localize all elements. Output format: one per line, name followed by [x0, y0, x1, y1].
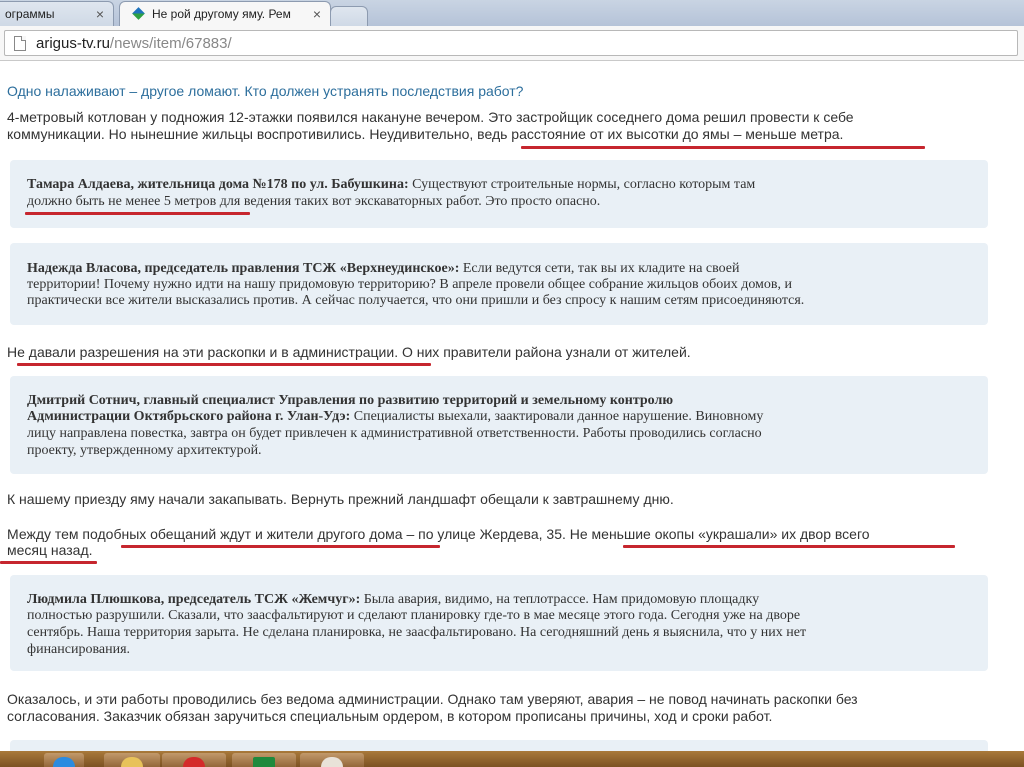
ie-icon[interactable] [44, 753, 84, 767]
quote-block: Тамара Алдаева, жительница дома №178 по … [10, 160, 988, 228]
url-text: arigus-tv.ru/news/item/67883/ [36, 35, 232, 52]
paragraph-line: 4-метровый котлован у подножия 12-этажки… [7, 109, 854, 125]
quote-author: Людмила Плюшкова, председатель ТСЖ «Жемч… [27, 592, 361, 607]
quote-text: Специалисты выехали, заактировали данное… [350, 409, 764, 424]
quote-line: должно быть не менее 5 метров для ведени… [27, 194, 601, 209]
quote-line: Надежда Власова, председатель правления … [27, 261, 957, 278]
quote-line: территории! Почему нужно идти на нашу пр… [27, 277, 793, 292]
red-underline [623, 545, 955, 548]
quote-line: Дмитрий Сотнич, главный специалист Управ… [27, 393, 957, 410]
quote-line: финансирования. [27, 642, 131, 657]
quote-block: Дмитрий Сотнич, главный специалист Управ… [10, 376, 988, 474]
page-icon [14, 35, 26, 51]
quote-author: Надежда Власова, председатель правления … [27, 261, 460, 276]
quote-text: Существуют строительные нормы, согласно … [408, 177, 756, 192]
paragraph-line: Между тем подобных обещаний ждут и жител… [7, 526, 870, 542]
quote-block: Людмила Плюшкова, председатель ТСЖ «Жемч… [10, 575, 988, 671]
quote-line: Администрации Октябрьского района г. Ула… [27, 409, 957, 426]
paragraph-line: Оказалось, и эти работы проводились без … [7, 691, 858, 707]
quote-block: Надежда Власова, председатель правления … [10, 243, 988, 325]
paragraph-line: коммуникации. Но нынешние жильцы воспрот… [7, 126, 844, 142]
site-favicon-icon [132, 7, 146, 21]
quote-block [10, 740, 988, 751]
paragraph-line: Не давали разрешения на эти раскопки и в… [7, 344, 691, 360]
close-icon[interactable]: × [93, 6, 107, 22]
close-icon[interactable]: × [310, 6, 324, 22]
red-underline [521, 146, 925, 149]
quote-author: Тамара Алдаева, жительница дома №178 по … [27, 177, 409, 192]
paragraph-line: К нашему приезду яму начали закапывать. … [7, 491, 674, 507]
url-path: /news/item/67883/ [109, 34, 232, 52]
tab-article[interactable]: Не рой другому яму. Рем × [119, 1, 331, 26]
quote-line: сентябрь. Наша территория зарыта. Не сде… [27, 625, 807, 640]
article-content: Одно налаживают – другое ломают. Кто дол… [0, 61, 1024, 751]
folder-icon[interactable] [104, 753, 160, 767]
opera-icon[interactable] [162, 753, 226, 767]
paragraph-line: месяц назад. [7, 542, 93, 558]
browser-toolbar: arigus-tv.ru/news/item/67883/ [0, 26, 1024, 61]
url-host: arigus-tv.ru [36, 34, 110, 52]
quote-line: Людмила Плюшкова, председатель ТСЖ «Жемч… [27, 592, 957, 609]
tab-programs[interactable]: ограммы × [0, 1, 114, 26]
tab-label: ограммы [5, 7, 55, 21]
red-underline [25, 212, 250, 215]
taskbar [0, 751, 1024, 767]
article-heading: Одно налаживают – другое ломают. Кто дол… [7, 83, 524, 99]
quote-line: практически все жители высказались проти… [27, 293, 805, 308]
excel-icon[interactable] [232, 753, 296, 767]
tab-label: Не рой другому яму. Рем [152, 7, 291, 21]
address-bar[interactable]: arigus-tv.ru/news/item/67883/ [4, 30, 1018, 56]
red-underline [17, 363, 431, 366]
powerpoint-icon[interactable] [300, 753, 364, 767]
quote-line: лицу направлена повестка, завтра он буде… [27, 426, 762, 441]
quote-line: Тамара Алдаева, жительница дома №178 по … [27, 177, 957, 194]
new-tab-button[interactable] [330, 6, 368, 26]
quote-author: Администрации Октябрьского района г. Ула… [27, 409, 351, 424]
tab-strip: ограммы × Не рой другому яму. Рем × [0, 0, 1024, 26]
quote-line: полностью разрушили. Сказали, что заасфа… [27, 608, 801, 623]
red-underline [0, 561, 97, 564]
paragraph-line: согласования. Заказчик обязан заручиться… [7, 708, 773, 724]
quote-text: Если ведутся сети, так вы их кладите на … [459, 261, 740, 276]
quote-text: Была авария, видимо, на теплотрассе. Нам… [360, 592, 760, 607]
quote-line: проекту, утвержденному архитектурой. [27, 443, 262, 458]
quote-author: Дмитрий Сотнич, главный специалист Управ… [27, 393, 674, 408]
red-underline [121, 545, 440, 548]
